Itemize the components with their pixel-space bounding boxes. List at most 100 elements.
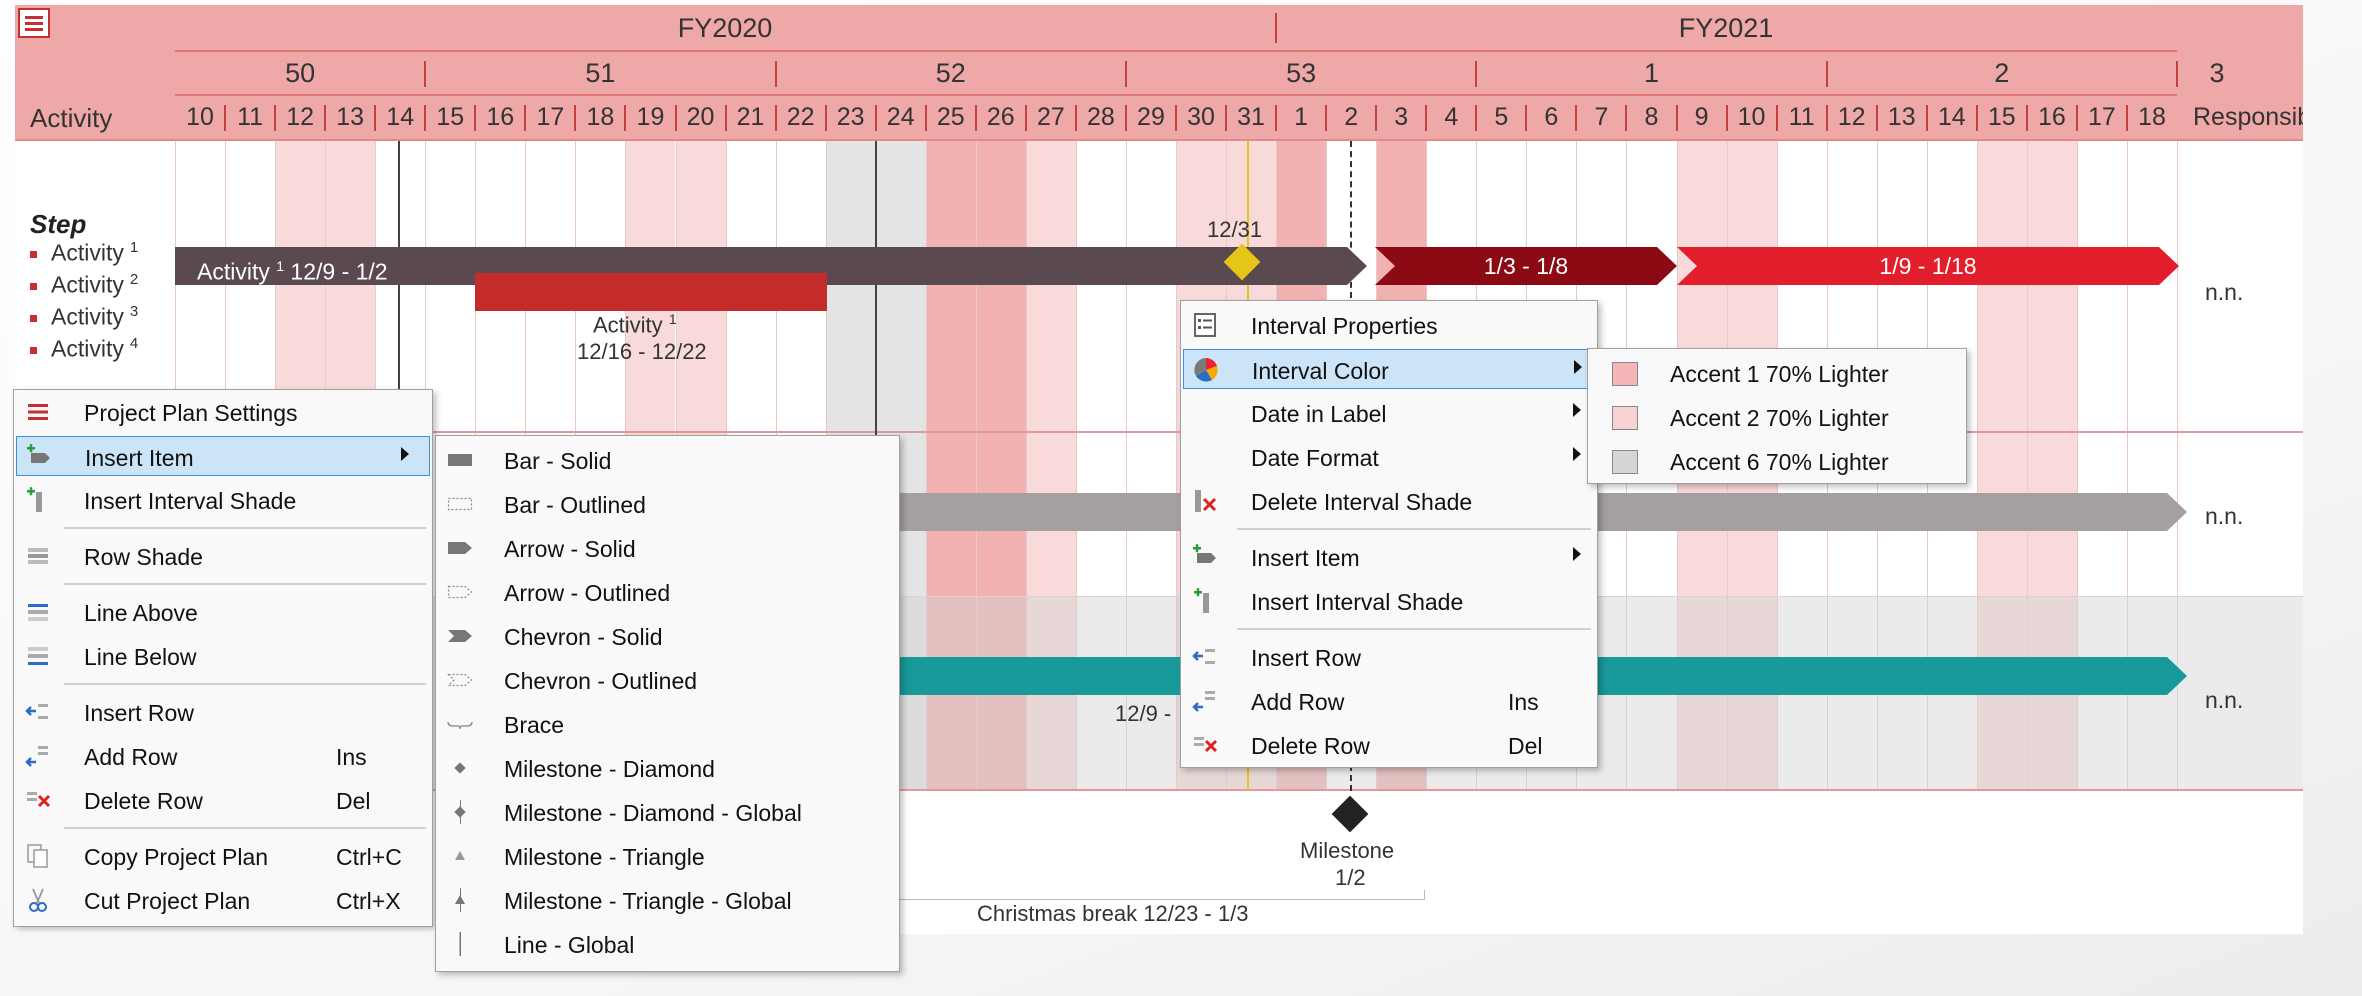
color-menu-item-0[interactable]: Accent 1 70% Lighter (1590, 353, 1964, 393)
activity-list-item[interactable]: Activity 1 (30, 239, 138, 267)
day-label: 18 (586, 103, 615, 131)
left-menu-item-2[interactable]: Insert Interval Shade (16, 480, 430, 520)
left-menu-item-4[interactable]: Line Above (16, 592, 430, 632)
day-label: 10 (1737, 103, 1766, 131)
day-label: 2 (1344, 103, 1359, 131)
interval-menu-item-6[interactable]: Insert Interval Shade (1183, 581, 1595, 621)
insert-menu-item-1[interactable]: Bar - Outlined (438, 484, 897, 524)
interval-menu-item-8[interactable]: Add Row Ins (1183, 681, 1595, 721)
color-swatch (1612, 450, 1638, 474)
menu-item-label: Delete Row (84, 788, 203, 814)
left-menu-item-5[interactable]: Line Below (16, 636, 430, 676)
insert-menu-item-11[interactable]: Line - Global (438, 924, 897, 964)
color-menu-item-2[interactable]: Accent 6 70% Lighter (1590, 441, 1964, 481)
left-menu-item-1[interactable]: Insert Item (16, 436, 430, 476)
menu-item-label: Project Plan Settings (84, 400, 298, 426)
interval-context-menu: Interval Properties Interval Color Date in… (1180, 300, 1598, 768)
menu-item-label: Milestone - Triangle - Global (504, 888, 792, 914)
day-label: 11 (1788, 103, 1815, 131)
day-label: 28 (1087, 103, 1115, 131)
main-bar-dates: 12/9 - 1/2 (290, 258, 388, 285)
interval-menu-item-0[interactable]: Interval Properties (1183, 305, 1595, 345)
milestone-diamond[interactable] (1331, 795, 1369, 833)
day-label: 7 (1594, 103, 1609, 131)
menu-item-label: Line Above (84, 600, 198, 626)
chevron-right-icon (1574, 360, 1582, 374)
day-label: 15 (436, 103, 465, 131)
menu-item-label: Arrow - Outlined (504, 580, 671, 606)
menu-item-label: Milestone - Diamond (504, 756, 715, 782)
shortcut-label: Ctrl+X (336, 888, 401, 914)
insert-menu-item-2[interactable]: Arrow - Solid (438, 528, 897, 568)
left-menu-item-7[interactable]: Add Row Ins (16, 736, 430, 776)
menu-item-label: Bar - Solid (504, 448, 612, 474)
day-label: 13 (1887, 103, 1916, 131)
menu-item-label: Insert Row (1251, 645, 1361, 671)
activity-list-item[interactable]: Activity 4 (30, 335, 138, 363)
left-menu-item-0[interactable]: Project Plan Settings (16, 392, 430, 432)
week-label: 2 (1994, 58, 2010, 88)
interval-menu-item-2[interactable]: Date in Label (1183, 393, 1595, 433)
left-menu-item-9[interactable]: Copy Project Plan Ctrl+C (16, 836, 430, 876)
left-menu-item-10[interactable]: Cut Project Plan Ctrl+X (16, 880, 430, 920)
left-menu-item-6[interactable]: Insert Row (16, 692, 430, 732)
menu-item-label: Insert Item (85, 445, 194, 471)
insert-menu-item-8[interactable]: Milestone - Diamond - Global (438, 792, 897, 832)
interval-menu-item-7[interactable]: Insert Row (1183, 637, 1595, 677)
insert-menu-item-7[interactable]: Milestone - Diamond (438, 748, 897, 788)
menu-item-label: Interval Properties (1251, 313, 1438, 339)
insert-menu-item-0[interactable]: Bar - Solid (438, 440, 897, 480)
day-label: 31 (1237, 103, 1265, 131)
milestone-name: Milestone (1300, 838, 1395, 863)
activity-list-item[interactable]: Activity 3 (30, 303, 138, 331)
main-bar-name: Activity (197, 258, 270, 285)
interval-menu-item-9[interactable]: Delete Row Del (1183, 725, 1595, 765)
day-label: 15 (1987, 103, 2016, 131)
insert-menu-item-3[interactable]: Arrow - Outlined (438, 572, 897, 612)
color-menu-item-1[interactable]: Accent 2 70% Lighter (1590, 397, 1964, 437)
menu-item-label: Accent 2 70% Lighter (1670, 405, 1889, 431)
menu-item-label: Bar - Outlined (504, 492, 646, 518)
shortcut-label: Ins (1508, 689, 1539, 715)
segment-2-bar[interactable]: 1/3 - 1/8 (1375, 247, 1677, 285)
day-label: 14 (386, 103, 415, 131)
interval-menu-item-1[interactable]: Interval Color (1183, 349, 1595, 389)
day-label: 13 (336, 103, 365, 131)
activity-list-item[interactable]: Activity 2 (30, 271, 138, 299)
day-label: 20 (686, 103, 715, 131)
segment-3-bar[interactable]: 1/9 - 1/18 (1677, 247, 2179, 285)
insert-menu-item-6[interactable]: Brace (438, 704, 897, 744)
interval-menu-item-5[interactable]: Insert Item (1183, 537, 1595, 577)
segment-2-label: 1/3 - 1/8 (1483, 253, 1569, 279)
menu-item-label: Row Shade (84, 544, 203, 570)
day-label: 12 (286, 103, 315, 131)
fiscal-year-label: FY2021 (1678, 13, 1774, 43)
day-label: 5 (1494, 103, 1509, 131)
menu-item-label: Line - Global (504, 932, 635, 958)
menu-item-label: Date Format (1251, 445, 1379, 471)
day-label: 16 (486, 103, 515, 131)
insert-menu-item-10[interactable]: Milestone - Triangle - Global (438, 880, 897, 920)
day-label: 23 (836, 103, 865, 131)
interval-menu-item-4[interactable]: Delete Interval Shade (1183, 481, 1595, 521)
left-menu-item-8[interactable]: Delete Row Del (16, 780, 430, 820)
chevron-right-icon (1573, 447, 1581, 461)
fiscal-year-label: FY2020 (677, 13, 773, 43)
red-activity-bar[interactable] (475, 273, 827, 311)
menu-item-label: Insert Item (1251, 545, 1360, 571)
menu-item-label: Insert Interval Shade (84, 488, 297, 514)
project-plan-context-menu: Project Plan Settings Insert Item Insert I… (13, 389, 433, 927)
day-label: 29 (1137, 103, 1165, 131)
left-menu-item-3[interactable]: Row Shade (16, 536, 430, 576)
day-label: 17 (536, 103, 565, 131)
step-title: Step (30, 209, 87, 239)
insert-menu-item-5[interactable]: Chevron - Outlined (438, 660, 897, 700)
interval-menu-item-3[interactable]: Date Format (1183, 437, 1595, 477)
hamburger-icon[interactable] (18, 8, 50, 38)
day-label: 26 (986, 103, 1015, 131)
day-label: 6 (1544, 103, 1559, 131)
insert-menu-item-4[interactable]: Chevron - Solid (438, 616, 897, 656)
week-label: 50 (285, 58, 316, 88)
activity-column-header: Activity (30, 103, 113, 133)
insert-menu-item-9[interactable]: Milestone - Triangle (438, 836, 897, 876)
